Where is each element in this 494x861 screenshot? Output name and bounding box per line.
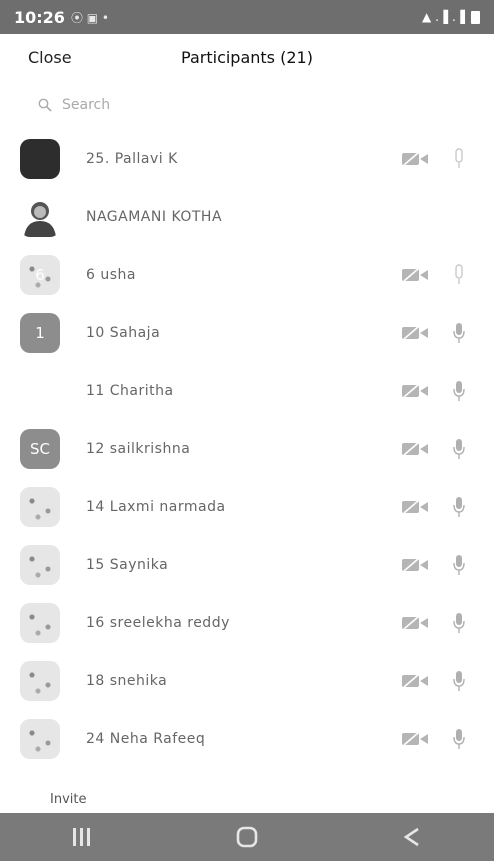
participant-name: NAGAMANI KOTHA — [86, 209, 223, 225]
avatar — [20, 487, 60, 527]
video-icon — [402, 732, 428, 746]
status-right-icons: ▲ .▐ .▐ — [422, 10, 480, 24]
search-bar[interactable] — [38, 96, 314, 114]
mic-icon — [453, 555, 465, 575]
participant-name: 18 snehika — [86, 673, 168, 689]
participant-row[interactable]: 15 Saynika — [0, 536, 494, 594]
recents-button[interactable] — [52, 817, 112, 857]
search-input[interactable] — [60, 96, 314, 114]
participant-row[interactable]: 16 sreelekha reddy — [0, 594, 494, 652]
participant-name: 12 sailkrishna — [86, 441, 191, 457]
participant-name: 11 Charitha — [86, 383, 174, 399]
avatar: 1 — [20, 313, 60, 353]
signal-icon: ▲ .▐ .▐ — [422, 10, 465, 24]
avatar — [20, 603, 60, 643]
participant-name: 10 Sahaja — [86, 325, 161, 341]
profile-photo — [24, 202, 56, 237]
mic-icon — [453, 381, 465, 401]
mic-icon — [453, 323, 465, 343]
home-button[interactable] — [217, 817, 277, 857]
participant-name: 14 Laxmi narmada — [86, 499, 226, 515]
status-left-icons: ⦿ ▣ • — [70, 10, 109, 25]
video-icon — [402, 616, 428, 630]
participant-row[interactable]: 1 10 Sahaja — [0, 304, 494, 362]
avatar — [20, 661, 60, 701]
video-icon — [402, 384, 428, 398]
mic-icon — [453, 613, 465, 633]
video-icon — [402, 500, 428, 514]
participant-name: 16 sreelekha reddy — [86, 615, 230, 631]
mic-muted-icon — [455, 148, 463, 168]
back-button[interactable] — [382, 817, 442, 857]
participant-row[interactable]: 11 Charitha — [0, 362, 494, 420]
participant-row[interactable]: 6 6 usha — [0, 246, 494, 304]
page-title: Participants (21) — [181, 48, 313, 67]
video-icon — [402, 442, 428, 456]
home-icon — [236, 826, 258, 848]
participant-name: 6 usha — [86, 267, 136, 283]
back-icon — [403, 827, 419, 847]
participant-row[interactable]: NAGAMANI KOTHA — [0, 188, 494, 246]
mic-icon — [453, 497, 465, 517]
avatar — [20, 139, 60, 179]
mic-muted-icon — [455, 264, 463, 284]
participant-row[interactable]: 25. Pallavi K — [0, 130, 494, 188]
mic-icon — [453, 729, 465, 749]
battery-icon — [471, 10, 480, 24]
avatar: SC — [20, 429, 60, 469]
avatar-initials: 6 — [35, 266, 45, 284]
avatar — [20, 719, 60, 759]
video-icon — [402, 326, 428, 340]
navigation-bar — [0, 813, 494, 861]
video-icon — [402, 268, 428, 282]
status-time: 10:26 — [14, 7, 65, 27]
participant-name: 25. Pallavi K — [86, 151, 178, 167]
participant-row[interactable]: 14 Laxmi narmada — [0, 478, 494, 536]
mic-icon — [453, 439, 465, 459]
avatar — [20, 197, 60, 237]
avatar: 6 — [20, 255, 60, 295]
video-icon — [402, 152, 428, 166]
participant-name: 15 Saynika — [86, 557, 169, 573]
avatar-initials: SC — [30, 440, 50, 458]
participant-row[interactable]: 24 Neha Rafeeq — [0, 710, 494, 768]
search-icon — [38, 98, 52, 112]
video-icon — [402, 558, 428, 572]
invite-button[interactable]: Invite — [50, 792, 86, 807]
avatar-initials: 1 — [35, 324, 45, 342]
participants-list: 25. Pallavi K NAGAMANI KOTHA 6 6 usha 1 10 Sa… — [0, 130, 494, 768]
mic-icon — [453, 671, 465, 691]
participant-name: 24 Neha Rafeeq — [86, 731, 206, 747]
status-bar: 10:26 ⦿ ▣ • ▲ .▐ .▐ — [0, 0, 494, 34]
participant-row[interactable]: SC 12 sailkrishna — [0, 420, 494, 478]
recents-icon — [73, 828, 91, 846]
participants-header: Close Participants (21) — [0, 34, 494, 84]
avatar — [20, 545, 60, 585]
video-icon — [402, 674, 428, 688]
participant-row[interactable]: 18 snehika — [0, 652, 494, 710]
